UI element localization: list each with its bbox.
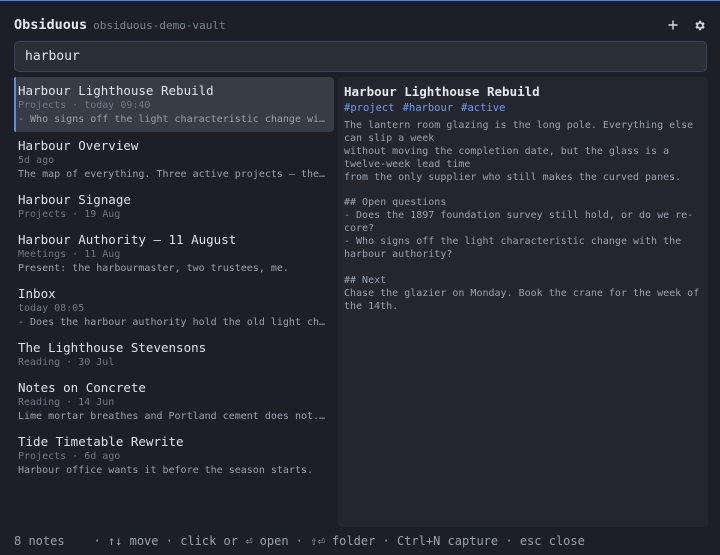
result-time: today 08:05: [18, 303, 85, 314]
result-item[interactable]: Harbour Lighthouse Rebuild Projects · today…: [14, 77, 334, 132]
result-title: Harbour Authority — 11 August: [18, 232, 237, 247]
result-item[interactable]: Harbour Overview 5d ago The map of everyth…: [14, 132, 334, 186]
result-meta: Reading · 30 Jul: [18, 356, 330, 370]
footer-hint: ⇧⏎ folder: [310, 534, 376, 548]
footer-separator: ·: [158, 534, 181, 548]
preview-tag[interactable]: #project: [344, 102, 395, 114]
result-title: Inbox: [18, 286, 56, 301]
result-time: 14 Jun: [78, 397, 115, 408]
result-time: 30 Jul: [78, 357, 115, 368]
result-folder: Projects: [18, 451, 67, 462]
result-title: Notes on Concrete: [18, 380, 146, 395]
result-item[interactable]: The Lighthouse Stevensons Reading · 30 Jul: [14, 334, 334, 374]
plus-icon[interactable]: [666, 18, 680, 32]
result-time: 6d ago: [84, 451, 121, 462]
result-item[interactable]: Harbour Authority — 11 August Meetings · 11…: [14, 226, 334, 280]
result-item[interactable]: Inbox today 08:05 - Does the harbour autho…: [14, 280, 334, 334]
result-title: The Lighthouse Stevensons: [18, 340, 207, 355]
preview-tags: #project #harbour #active: [344, 101, 702, 116]
result-time: today 09:40: [84, 100, 151, 111]
footer-hints: 8 notes · ↑↓ move · click or ⏎ open · ⇧⏎…: [14, 534, 585, 548]
result-title: Harbour Overview: [18, 138, 139, 153]
result-folder: Projects: [18, 209, 67, 220]
result-meta: 5d ago: [18, 154, 330, 168]
footer-separator: ·: [375, 534, 397, 548]
footer-separator: ·: [64, 534, 108, 548]
result-meta: Projects · today 09:40: [18, 99, 330, 113]
result-meta: today 08:05: [18, 302, 330, 316]
results-list: Harbour Lighthouse Rebuild Projects · today…: [14, 77, 334, 527]
meta-separator: ·: [72, 209, 79, 220]
note-preview: Harbour Lighthouse Rebuild #project #harb…: [338, 77, 708, 527]
result-meta: Projects · 6d ago: [18, 450, 330, 464]
result-snippet: Lime mortar breathes and Portland cement…: [18, 411, 330, 422]
header-actions: [666, 18, 706, 32]
footer-separator: ·: [498, 534, 520, 548]
search-input[interactable]: [25, 49, 706, 64]
result-folder: Meetings: [18, 249, 67, 260]
gear-icon[interactable]: [692, 18, 706, 32]
preview-body: The lantern room glazing is the long pol…: [344, 120, 700, 312]
meta-separator: ·: [66, 357, 73, 368]
preview-title: Harbour Lighthouse Rebuild: [344, 84, 540, 99]
preview-tag[interactable]: #active: [461, 102, 505, 114]
result-snippet: - Who signs off the light characteristic…: [18, 114, 330, 125]
app-name: Obsiduous: [14, 17, 88, 33]
footer-separator: ·: [288, 534, 311, 548]
footer-hint: esc close: [519, 534, 585, 548]
footer-hint: Ctrl+N capture: [396, 534, 499, 548]
footer-hint: click or ⏎ open: [180, 534, 289, 548]
result-title: Harbour Lighthouse Rebuild: [18, 83, 214, 98]
result-snippet: Harbour office wants it before the seaso…: [18, 465, 314, 476]
result-time: 5d ago: [18, 155, 55, 166]
preview-tag[interactable]: #harbour: [403, 102, 454, 114]
result-time: 11 Aug: [84, 249, 121, 260]
result-folder: Reading: [18, 357, 61, 368]
result-item[interactable]: Tide Timetable Rewrite Projects · 6d ago Har…: [14, 428, 334, 482]
result-folder: Projects: [18, 100, 67, 111]
result-item[interactable]: Harbour Signage Projects · 19 Aug: [14, 186, 334, 226]
window-top-accent: [0, 0, 720, 1]
meta-separator: ·: [72, 249, 79, 260]
header: Obsiduous obsiduous-demo-vault: [14, 14, 706, 36]
result-folder: Reading: [18, 397, 61, 408]
meta-separator: ·: [72, 100, 79, 111]
footer-hint: ↑↓ move: [107, 534, 159, 548]
result-meta: Projects · 19 Aug: [18, 208, 330, 222]
vault-name: obsiduous-demo-vault: [93, 18, 226, 32]
result-time: 19 Aug: [84, 209, 121, 220]
result-snippet: Present: the harbourmaster, two trustees…: [18, 263, 289, 274]
meta-separator: ·: [66, 397, 73, 408]
search-box[interactable]: [14, 41, 707, 72]
result-snippet: The map of everything. Three active proj…: [18, 169, 330, 180]
result-item[interactable]: Notes on Concrete Reading · 14 Jun Lime mort…: [14, 374, 334, 428]
result-meta: Meetings · 11 Aug: [18, 248, 330, 262]
result-meta: Reading · 14 Jun: [18, 396, 330, 410]
result-title: Harbour Signage: [18, 192, 131, 207]
meta-separator: ·: [72, 451, 79, 462]
result-title: Tide Timetable Rewrite: [18, 434, 184, 449]
result-snippet: - Does the harbour authority hold the ol…: [18, 317, 330, 328]
note-count: 8 notes: [14, 534, 65, 548]
